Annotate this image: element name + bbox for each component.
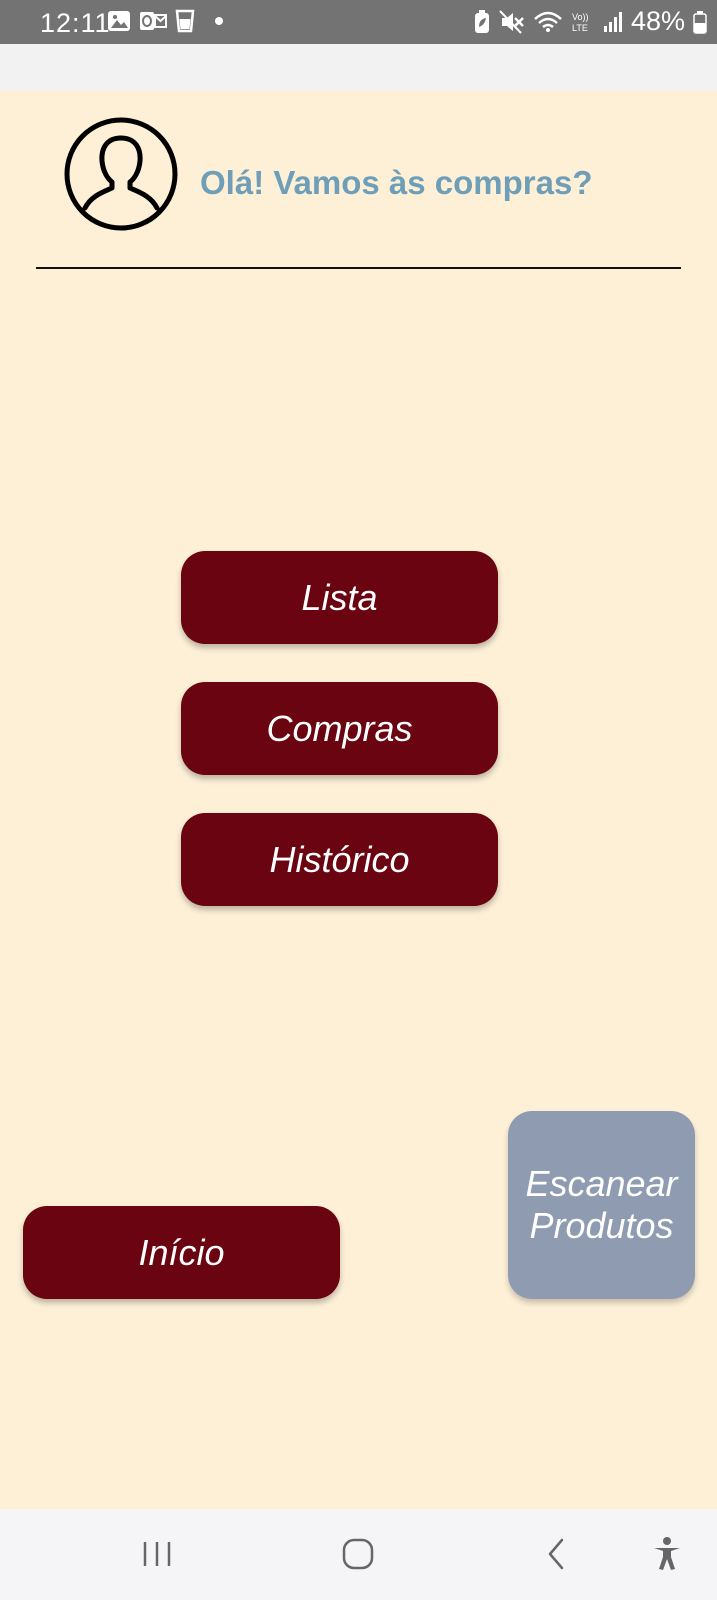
recent-apps-icon[interactable] bbox=[140, 1536, 174, 1572]
historico-button[interactable]: Histórico bbox=[181, 813, 498, 906]
status-bar: 12:11 Vo)) LTE 48% bbox=[0, 0, 717, 44]
back-icon[interactable] bbox=[544, 1536, 568, 1572]
home-icon[interactable] bbox=[340, 1536, 376, 1572]
volte-icon: Vo)) LTE bbox=[572, 12, 589, 33]
battery-percent: 48% bbox=[630, 6, 685, 36]
status-time: 12:11 bbox=[40, 8, 111, 38]
scan-products-button[interactable]: Escanear Produtos bbox=[508, 1111, 695, 1299]
wifi-icon bbox=[534, 11, 562, 32]
navigation-bar bbox=[0, 1509, 717, 1600]
gallery-icon bbox=[108, 11, 130, 31]
mute-icon bbox=[499, 9, 524, 34]
battery-saver-icon bbox=[474, 9, 489, 33]
scan-label-line1: Escanear bbox=[525, 1163, 678, 1204]
inicio-button[interactable]: Início bbox=[23, 1206, 340, 1299]
svg-text:LTE: LTE bbox=[572, 23, 588, 33]
dot-icon bbox=[215, 17, 223, 25]
user-avatar-icon[interactable] bbox=[63, 116, 179, 232]
greeting-title: Olá! Vamos às compras? bbox=[200, 164, 593, 201]
compras-button[interactable]: Compras bbox=[181, 682, 498, 775]
status-notification-icons bbox=[107, 9, 223, 33]
status-system-icons: Vo)) LTE 48% bbox=[473, 6, 707, 37]
outlook-icon bbox=[140, 12, 167, 30]
app-top-strip bbox=[0, 44, 717, 90]
glass-icon bbox=[175, 9, 195, 33]
signal-icon bbox=[603, 11, 622, 32]
header-divider bbox=[36, 267, 681, 269]
svg-text:Vo)): Vo)) bbox=[572, 12, 589, 22]
battery-icon bbox=[693, 10, 707, 34]
lista-button[interactable]: Lista bbox=[181, 551, 498, 644]
accessibility-icon[interactable] bbox=[652, 1536, 682, 1572]
scan-label-line2: Produtos bbox=[529, 1205, 674, 1246]
